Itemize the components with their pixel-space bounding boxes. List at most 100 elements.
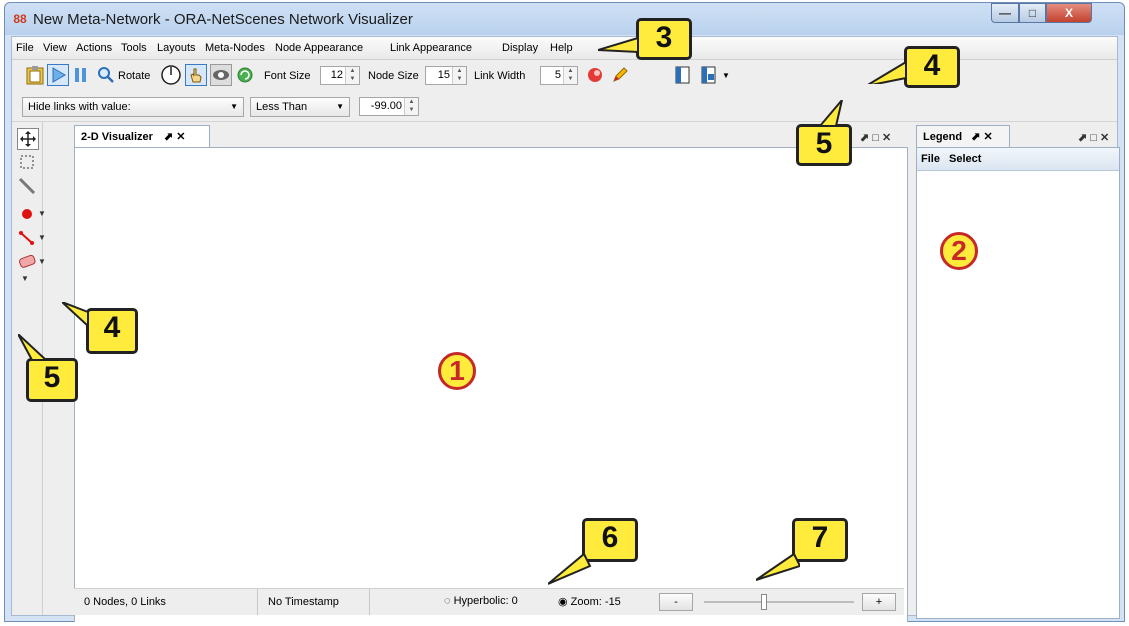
eye-icon[interactable]: [210, 64, 232, 86]
node-size-label: Node Size: [368, 70, 419, 82]
menu-view[interactable]: View: [43, 42, 67, 54]
legend-menu-bar: File Select: [917, 148, 1119, 171]
menu-help[interactable]: Help: [550, 42, 573, 54]
timestamp-status: No Timestamp: [258, 589, 370, 615]
app-content: File View Actions Tools Layouts Meta-Nod…: [11, 36, 1120, 622]
callout-1: 1: [438, 352, 476, 390]
lasso-icon[interactable]: [17, 176, 37, 196]
tab-legend-label: Legend: [923, 131, 963, 143]
move-icon[interactable]: [17, 128, 39, 150]
eraser-icon[interactable]: [17, 252, 37, 272]
visualizer-status-bar: 0 Nodes, 0 Links No Timestamp ◌ Hyperbol…: [74, 588, 904, 615]
menu-meta-nodes[interactable]: Meta-Nodes: [205, 42, 265, 54]
hyperbolic-label: Hyperbolic: 0: [453, 595, 518, 607]
chevron-down-icon[interactable]: ▼: [722, 71, 730, 80]
callout-5-top: 5: [796, 124, 852, 166]
menu-file[interactable]: File: [16, 42, 34, 54]
visualizer-panel-controls[interactable]: ⬈ □ ✕: [860, 131, 891, 144]
add-link-icon[interactable]: [17, 228, 37, 248]
callout-5-top-arrow: [818, 100, 843, 127]
node-size-value: 15: [437, 69, 450, 81]
callout-2: 2: [940, 232, 978, 270]
legend-menu-select[interactable]: Select: [949, 153, 981, 165]
callout-4-top: 4: [904, 46, 960, 88]
callout-5-left: 5: [26, 358, 78, 402]
font-size-value: 12: [330, 69, 343, 81]
menu-node-appearance[interactable]: Node Appearance: [275, 42, 363, 54]
node-size-spinner[interactable]: 15 ▲ ▼: [425, 66, 467, 85]
magnifier-icon[interactable]: [95, 64, 117, 86]
hide-links-value: Hide links with value:: [28, 101, 131, 113]
pencil-icon[interactable]: [609, 64, 631, 86]
play-icon[interactable]: [47, 64, 69, 86]
close-button[interactable]: X: [1046, 3, 1092, 23]
zoom-label: Zoom: -15: [570, 596, 621, 608]
comparison-value: Less Than: [256, 101, 308, 113]
hyperbolic-radio[interactable]: ◌ Hyperbolic: 0: [444, 595, 518, 607]
clipboard-icon[interactable]: [24, 64, 46, 86]
callout-7-arrow: [756, 552, 800, 581]
eraser-dropdown[interactable]: ▼: [38, 257, 46, 266]
threshold-value: -99.00: [370, 100, 402, 112]
callout-6-arrow: [548, 552, 592, 585]
menu-tools[interactable]: Tools: [121, 42, 147, 54]
minimize-button[interactable]: —: [991, 3, 1019, 23]
refresh-icon[interactable]: [234, 64, 256, 86]
legend-panel: File Select: [916, 147, 1120, 619]
callout-3-arrow: [598, 36, 639, 54]
tab-2d-visualizer-controls[interactable]: ⬈ ✕: [164, 131, 186, 143]
chevron-down-icon: ▼: [336, 102, 344, 111]
zoom-slider-thumb[interactable]: [761, 594, 767, 610]
chevron-down-icon: ▼: [230, 102, 238, 111]
color-wheel-icon[interactable]: [584, 64, 606, 86]
link-width-label: Link Width: [474, 70, 526, 82]
add-node-dropdown[interactable]: ▼: [38, 209, 46, 218]
add-link-dropdown[interactable]: ▼: [38, 233, 46, 242]
menu-link-appearance[interactable]: Link Appearance: [390, 42, 472, 54]
comparison-select[interactable]: Less Than ▼: [250, 97, 350, 117]
filter-toolbar: Hide links with value: ▼ Less Than ▼ -99.0…: [12, 93, 1117, 122]
zoom-in-button[interactable]: +: [862, 593, 896, 611]
zoom-slider[interactable]: [704, 594, 854, 610]
zoom-radio[interactable]: ◉ Zoom: -15: [558, 595, 621, 608]
callout-4-left: 4: [86, 308, 138, 354]
hand-pointer-icon[interactable]: [185, 64, 207, 86]
add-node-icon[interactable]: [17, 204, 37, 224]
visualizer-canvas[interactable]: [74, 147, 908, 622]
export-dropdown-icon[interactable]: [698, 64, 720, 86]
rotate-dial-icon[interactable]: [160, 64, 182, 86]
link-width-spinner[interactable]: 5 ▲ ▼: [540, 66, 578, 85]
menu-layouts[interactable]: Layouts: [157, 42, 196, 54]
callout-4-left-arrow: [62, 302, 89, 328]
node-link-count: 0 Nodes, 0 Links: [74, 589, 258, 615]
font-size-spinner[interactable]: 12 ▲ ▼: [320, 66, 360, 85]
maximize-button[interactable]: □: [1019, 3, 1046, 23]
title-bar: 88 New Meta-Network - ORA-NetScenes Netw…: [5, 3, 1124, 35]
legend-panel-controls[interactable]: ⬈ □ ✕: [1078, 131, 1109, 144]
radio-off-icon: ◌: [444, 595, 451, 607]
link-width-value: 5: [554, 69, 561, 81]
callout-7: 7: [792, 518, 848, 562]
font-size-label: Font Size: [264, 70, 311, 82]
threshold-spinner[interactable]: -99.00 ▲ ▼: [359, 97, 419, 116]
legend-menu-file[interactable]: File: [921, 153, 940, 165]
radio-on-icon: ◉: [558, 596, 568, 608]
tab-legend-controls[interactable]: ⬈ ✕: [971, 131, 993, 143]
hide-links-select[interactable]: Hide links with value: ▼: [22, 97, 244, 117]
more-tools-dropdown[interactable]: ▼: [21, 274, 29, 283]
tab-2d-visualizer[interactable]: 2-D Visualizer ⬈ ✕: [74, 125, 210, 147]
app-icon: 88: [13, 12, 27, 26]
window-title: New Meta-Network - ORA-NetScenes Network…: [33, 11, 413, 28]
callout-3: 3: [636, 18, 692, 60]
callout-5-left-arrow: [18, 334, 48, 361]
menu-actions[interactable]: Actions: [76, 42, 112, 54]
callout-4-top-arrow: [867, 60, 907, 84]
menu-display[interactable]: Display: [502, 42, 538, 54]
zoom-out-button[interactable]: -: [659, 593, 693, 611]
select-rect-icon[interactable]: [17, 152, 37, 172]
export-icon[interactable]: [672, 64, 694, 86]
tab-legend[interactable]: Legend ⬈ ✕: [916, 125, 1010, 147]
pause-icon[interactable]: [70, 64, 92, 86]
rotate-label: Rotate: [118, 70, 151, 82]
application-window: 88 New Meta-Network - ORA-NetScenes Netw…: [4, 2, 1125, 622]
